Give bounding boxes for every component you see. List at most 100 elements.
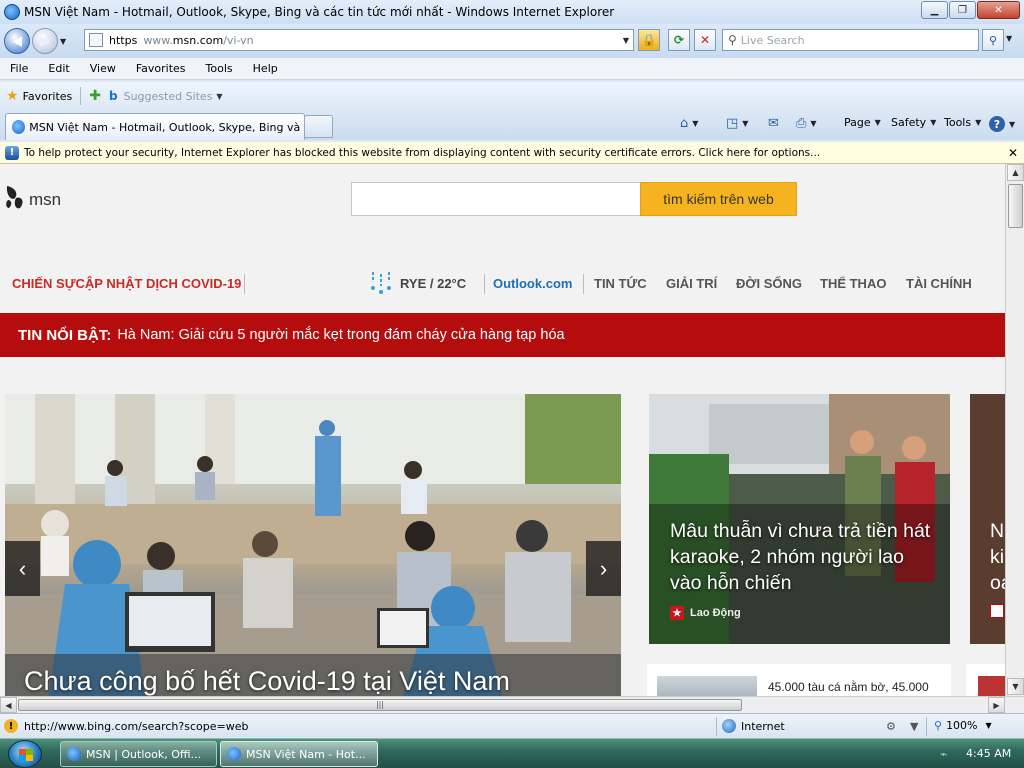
taskbar-item-msn-outlook[interactable]: MSN | Outlook, Offi... xyxy=(60,741,217,767)
back-arrow-icon: ◀ xyxy=(12,33,22,49)
story-card-partial-title: N ki oa xyxy=(990,520,1005,594)
menu-tools[interactable]: Tools xyxy=(196,62,243,75)
hero-prev-button[interactable]: ‹ xyxy=(5,541,40,596)
close-button[interactable]: ✕ xyxy=(977,1,1020,19)
nav-entertainment[interactable]: GIẢI TRÍ xyxy=(666,276,717,291)
certificate-error-lock-icon[interactable]: 🔒 xyxy=(638,29,660,51)
zone-label: Internet xyxy=(741,719,785,733)
security-information-bar[interactable]: ! To help protect your security, Interne… xyxy=(0,142,1024,164)
web-search-input[interactable] xyxy=(351,182,641,216)
refresh-button[interactable]: ⟳ xyxy=(668,29,690,51)
vertical-scroll-thumb[interactable] xyxy=(1008,184,1023,228)
favorites-button[interactable]: Favorites xyxy=(23,90,73,103)
scroll-left-button[interactable]: ◀ xyxy=(0,697,17,713)
hero-story[interactable]: Chưa công bố hết Covid-19 tại Việt Nam ‹… xyxy=(5,394,621,696)
protected-mode-icon[interactable]: ⚙ xyxy=(886,720,896,733)
forward-button[interactable]: ▶ xyxy=(32,28,58,54)
menu-favorites[interactable]: Favorites xyxy=(126,62,196,75)
search-box[interactable]: ⚲ Live Search xyxy=(722,29,979,51)
tools-menu[interactable]: Tools ▼ xyxy=(944,116,981,129)
small-story-title: 45.000 tàu cá nằm bờ, 45.000 xyxy=(768,680,929,694)
suggested-sites-dropdown-icon[interactable]: ▼ xyxy=(216,92,222,101)
new-tab-button[interactable] xyxy=(304,115,333,138)
weather-summary[interactable]: RYE / 22°C xyxy=(400,276,466,291)
security-zone[interactable]: Internet xyxy=(722,719,785,733)
url-host: msn.com xyxy=(172,33,224,47)
home-dropdown-icon: ▼ xyxy=(692,119,699,128)
status-dropdown-icon[interactable]: ▼ xyxy=(910,720,918,733)
msn-logo-text[interactable]: msn xyxy=(29,190,61,210)
status-divider xyxy=(716,717,717,736)
scroll-down-button[interactable]: ▼ xyxy=(1007,678,1024,695)
nav-finance[interactable]: TÀI CHÍNH xyxy=(906,276,972,291)
recent-pages-dropdown[interactable]: ▼ xyxy=(60,37,72,46)
add-to-favorites-icon[interactable]: ✚ xyxy=(89,88,101,104)
status-divider xyxy=(926,717,927,736)
story-card[interactable]: Mâu thuẫn vì chưa trả tiền hát karaoke, … xyxy=(649,394,950,644)
outlook-link[interactable]: Outlook.com xyxy=(493,276,572,291)
covid-update-link[interactable]: CHIẾN SỰCẬP NHẬT DỊCH COVID-19 xyxy=(12,276,241,291)
read-mail-button[interactable]: ✉ xyxy=(768,116,779,131)
zoom-icon: ⚲ xyxy=(934,719,943,732)
taskbar-item-label: MSN Việt Nam - Hot... xyxy=(246,747,366,761)
rss-icon: ◳ xyxy=(726,116,739,131)
print-button[interactable]: ⎙ ▼ xyxy=(796,116,817,131)
menu-help[interactable]: Help xyxy=(243,62,288,75)
menu-file[interactable]: File xyxy=(0,62,38,75)
ie-taskbar-icon xyxy=(67,747,81,761)
scroll-right-button[interactable]: ▶ xyxy=(988,697,1005,713)
vertical-scrollbar[interactable]: ▲ ▼ xyxy=(1005,164,1024,696)
hero-next-button[interactable]: › xyxy=(586,541,621,596)
system-clock[interactable]: 4:45 AM xyxy=(966,747,1011,760)
story-card-partial[interactable]: N ki oa xyxy=(970,394,1005,644)
small-story-card-partial[interactable] xyxy=(966,664,1005,696)
safety-dropdown-icon: ▼ xyxy=(930,118,937,127)
help-button[interactable]: ? ▼ xyxy=(989,116,1015,132)
nav-lifestyle[interactable]: ĐỜI SỐNG xyxy=(736,276,802,291)
stop-button[interactable]: ✕ xyxy=(694,29,716,51)
tab-favicon-icon xyxy=(12,120,26,134)
scroll-up-button[interactable]: ▲ xyxy=(1007,164,1024,181)
story-card-title: Mâu thuẫn vì chưa trả tiền hát karaoke, … xyxy=(670,520,931,594)
small-story-card[interactable]: 45.000 tàu cá nằm bờ, 45.000 xyxy=(647,664,951,696)
nav-sports[interactable]: THỂ THAO xyxy=(820,276,886,291)
live-search-icon: ⚲ xyxy=(728,33,737,47)
address-bar[interactable]: https www.msn.com/vi-vn ▼ xyxy=(84,29,634,51)
horizontal-scrollbar[interactable]: ◀ ||| ▶ xyxy=(0,696,1024,713)
navigation-bar: ◀ ▶ ▼ https www.msn.com/vi-vn ▼ 🔒 ⟳ ✕ ⚲ … xyxy=(0,24,1024,58)
search-options-dropdown[interactable]: ▼ xyxy=(1006,34,1012,43)
breaking-news-label: TIN NỔI BẬT: xyxy=(18,326,112,344)
back-button[interactable]: ◀ xyxy=(4,28,30,54)
page-menu-label: Page xyxy=(844,116,871,129)
tab-msn[interactable]: MSN Việt Nam - Hotmail, Outlook, Skype, … xyxy=(5,113,305,140)
windows-logo-icon-lower xyxy=(19,755,33,761)
favorites-bar: ★ Favorites ✚ b Suggested Sites ▼ xyxy=(0,82,1024,110)
menu-view[interactable]: View xyxy=(80,62,126,75)
home-icon: ⌂ xyxy=(680,116,689,131)
safety-menu[interactable]: Safety ▼ xyxy=(891,116,936,129)
web-search-button[interactable]: tìm kiếm trên web xyxy=(640,182,797,216)
nav-news[interactable]: TIN TỨC xyxy=(594,276,647,291)
minimize-button[interactable]: ▁ xyxy=(921,1,948,19)
home-button[interactable]: ⌂ ▼ xyxy=(680,116,698,131)
zoom-level: 100% xyxy=(946,719,978,732)
network-tray-icon[interactable]: ⌁ xyxy=(940,747,947,761)
info-bar-close-icon[interactable]: ✕ xyxy=(1008,146,1018,160)
taskbar-item-msn-vietnam[interactable]: MSN Việt Nam - Hot... xyxy=(220,741,378,767)
address-dropdown-icon[interactable]: ▼ xyxy=(623,36,629,45)
start-button[interactable] xyxy=(8,740,42,768)
printer-icon: ⎙ xyxy=(796,116,807,131)
feeds-button[interactable]: ◳ ▼ xyxy=(726,116,748,131)
suggested-sites-link[interactable]: Suggested Sites xyxy=(124,90,213,103)
maximize-button[interactable]: ❐ xyxy=(949,1,976,19)
page-menu[interactable]: Page ▼ xyxy=(844,116,881,129)
status-bar: ! http://www.bing.com/search?scope=web I… xyxy=(0,713,1024,738)
breaking-news-banner[interactable]: TIN NỔI BẬT: Hà Nam: Giải cứu 5 người mắ… xyxy=(0,313,1005,357)
warning-icon: ! xyxy=(4,719,18,733)
search-go-button[interactable]: ⚲ xyxy=(982,29,1004,51)
help-icon: ? xyxy=(989,116,1005,132)
zoom-control[interactable]: ⚲ 100% ▼ xyxy=(934,719,992,732)
menu-edit[interactable]: Edit xyxy=(38,62,79,75)
safety-menu-label: Safety xyxy=(891,116,927,129)
horizontal-scroll-thumb[interactable]: ||| xyxy=(18,699,742,711)
